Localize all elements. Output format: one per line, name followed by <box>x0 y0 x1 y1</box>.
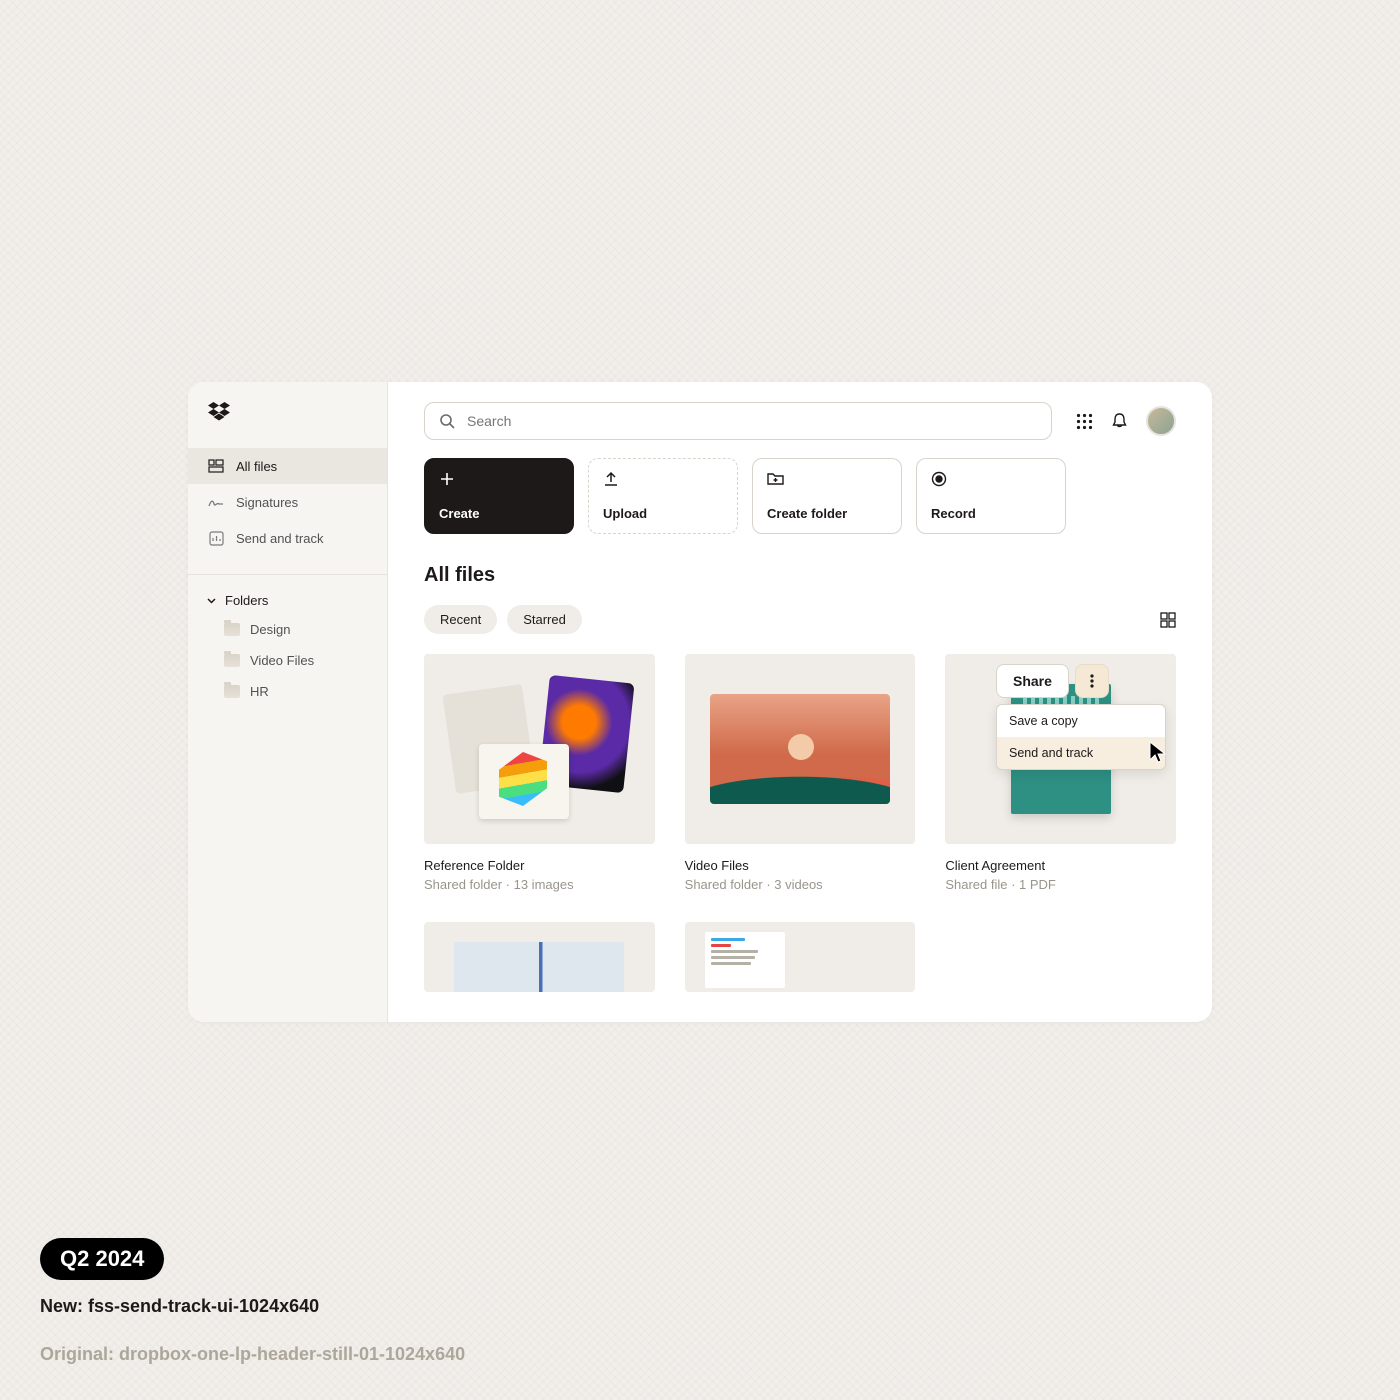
action-row: Create Upload Create folder <box>424 458 1176 534</box>
menu-save-copy[interactable]: Save a copy <box>997 705 1165 737</box>
filter-starred[interactable]: Starred <box>507 605 582 634</box>
all-files-icon <box>208 458 224 474</box>
sidebar: All files Signatures Send and track <box>188 382 388 1022</box>
chevron-down-icon <box>206 595 217 606</box>
upload-icon <box>603 471 621 489</box>
action-label: Upload <box>603 506 723 521</box>
topbar <box>424 402 1176 440</box>
card-title: Reference Folder <box>424 858 655 873</box>
search-icon <box>439 413 455 429</box>
folder-label: Design <box>250 622 290 637</box>
bell-icon[interactable] <box>1111 412 1128 430</box>
card-title: Video Files <box>685 858 916 873</box>
share-popover: Share Save a copy Send and track <box>996 664 1166 770</box>
thumbnail <box>685 654 916 844</box>
upload-button[interactable]: Upload <box>588 458 738 534</box>
sidebar-item-label: Send and track <box>236 531 323 546</box>
page-title: All files <box>424 564 1176 587</box>
grid-view-icon[interactable] <box>1160 612 1176 628</box>
avatar[interactable] <box>1146 406 1176 436</box>
create-folder-icon <box>767 471 785 489</box>
thumbnail <box>685 922 916 992</box>
folder-video-files[interactable]: Video Files <box>188 645 387 676</box>
dropbox-logo-icon <box>208 402 387 422</box>
annotation-new: New: fss-send-track-ui-1024x640 <box>40 1296 319 1317</box>
folders-header-label: Folders <box>225 593 268 608</box>
card-row2-a[interactable] <box>424 922 655 992</box>
folders-toggle[interactable]: Folders <box>188 587 387 614</box>
menu-send-track[interactable]: Send and track <box>997 737 1165 769</box>
folder-icon <box>224 685 240 698</box>
sidebar-item-send-track[interactable]: Send and track <box>188 520 387 556</box>
plus-icon <box>439 471 457 489</box>
folder-icon <box>224 623 240 636</box>
context-menu: Save a copy Send and track <box>996 704 1166 770</box>
card-meta: Shared file · 1 PDF <box>945 877 1176 892</box>
sidebar-item-all-files[interactable]: All files <box>188 448 387 484</box>
record-button[interactable]: Record <box>916 458 1066 534</box>
file-grid: Reference Folder Shared folder · 13 imag… <box>424 654 1176 992</box>
card-reference-folder[interactable]: Reference Folder Shared folder · 13 imag… <box>424 654 655 892</box>
thumbnail <box>424 654 655 844</box>
folder-hr[interactable]: HR <box>188 676 387 707</box>
app-window: All files Signatures Send and track <box>188 382 1212 1022</box>
apps-grid-icon[interactable] <box>1076 413 1093 430</box>
sidebar-divider <box>188 574 387 575</box>
card-title: Client Agreement <box>945 858 1176 873</box>
thumbnail: Client Agreement Share Save <box>945 654 1176 844</box>
action-label: Record <box>931 506 1051 521</box>
chart-icon <box>208 530 224 546</box>
folder-design[interactable]: Design <box>188 614 387 645</box>
quarter-badge: Q2 2024 <box>40 1238 164 1280</box>
kebab-icon <box>1090 674 1094 688</box>
cursor-icon <box>1148 740 1168 764</box>
card-meta: Shared folder · 3 videos <box>685 877 916 892</box>
share-button[interactable]: Share <box>996 664 1069 698</box>
sidebar-item-label: Signatures <box>236 495 298 510</box>
search-field[interactable] <box>424 402 1052 440</box>
sidebar-item-signatures[interactable]: Signatures <box>188 484 387 520</box>
card-client-agreement[interactable]: Client Agreement Share Save <box>945 654 1176 892</box>
search-input[interactable] <box>467 413 1037 429</box>
card-meta: Shared folder · 13 images <box>424 877 655 892</box>
top-icons <box>1076 406 1176 436</box>
card-row2-b[interactable] <box>685 922 916 992</box>
folder-icon <box>224 654 240 667</box>
create-button[interactable]: Create <box>424 458 574 534</box>
annotation-original: Original: dropbox-one-lp-header-still-01… <box>40 1344 465 1365</box>
action-label: Create folder <box>767 506 887 521</box>
sidebar-item-label: All files <box>236 459 277 474</box>
more-menu-button[interactable] <box>1075 664 1109 698</box>
card-video-files[interactable]: Video Files Shared folder · 3 videos <box>685 654 916 892</box>
action-label: Create <box>439 506 559 521</box>
create-folder-button[interactable]: Create folder <box>752 458 902 534</box>
record-icon <box>931 471 949 489</box>
filter-recent[interactable]: Recent <box>424 605 497 634</box>
main-content: Create Upload Create folder <box>388 382 1212 1022</box>
signature-icon <box>208 494 224 510</box>
filter-row: Recent Starred <box>424 605 1176 634</box>
thumbnail <box>424 922 655 992</box>
folder-label: Video Files <box>250 653 314 668</box>
folder-label: HR <box>250 684 269 699</box>
